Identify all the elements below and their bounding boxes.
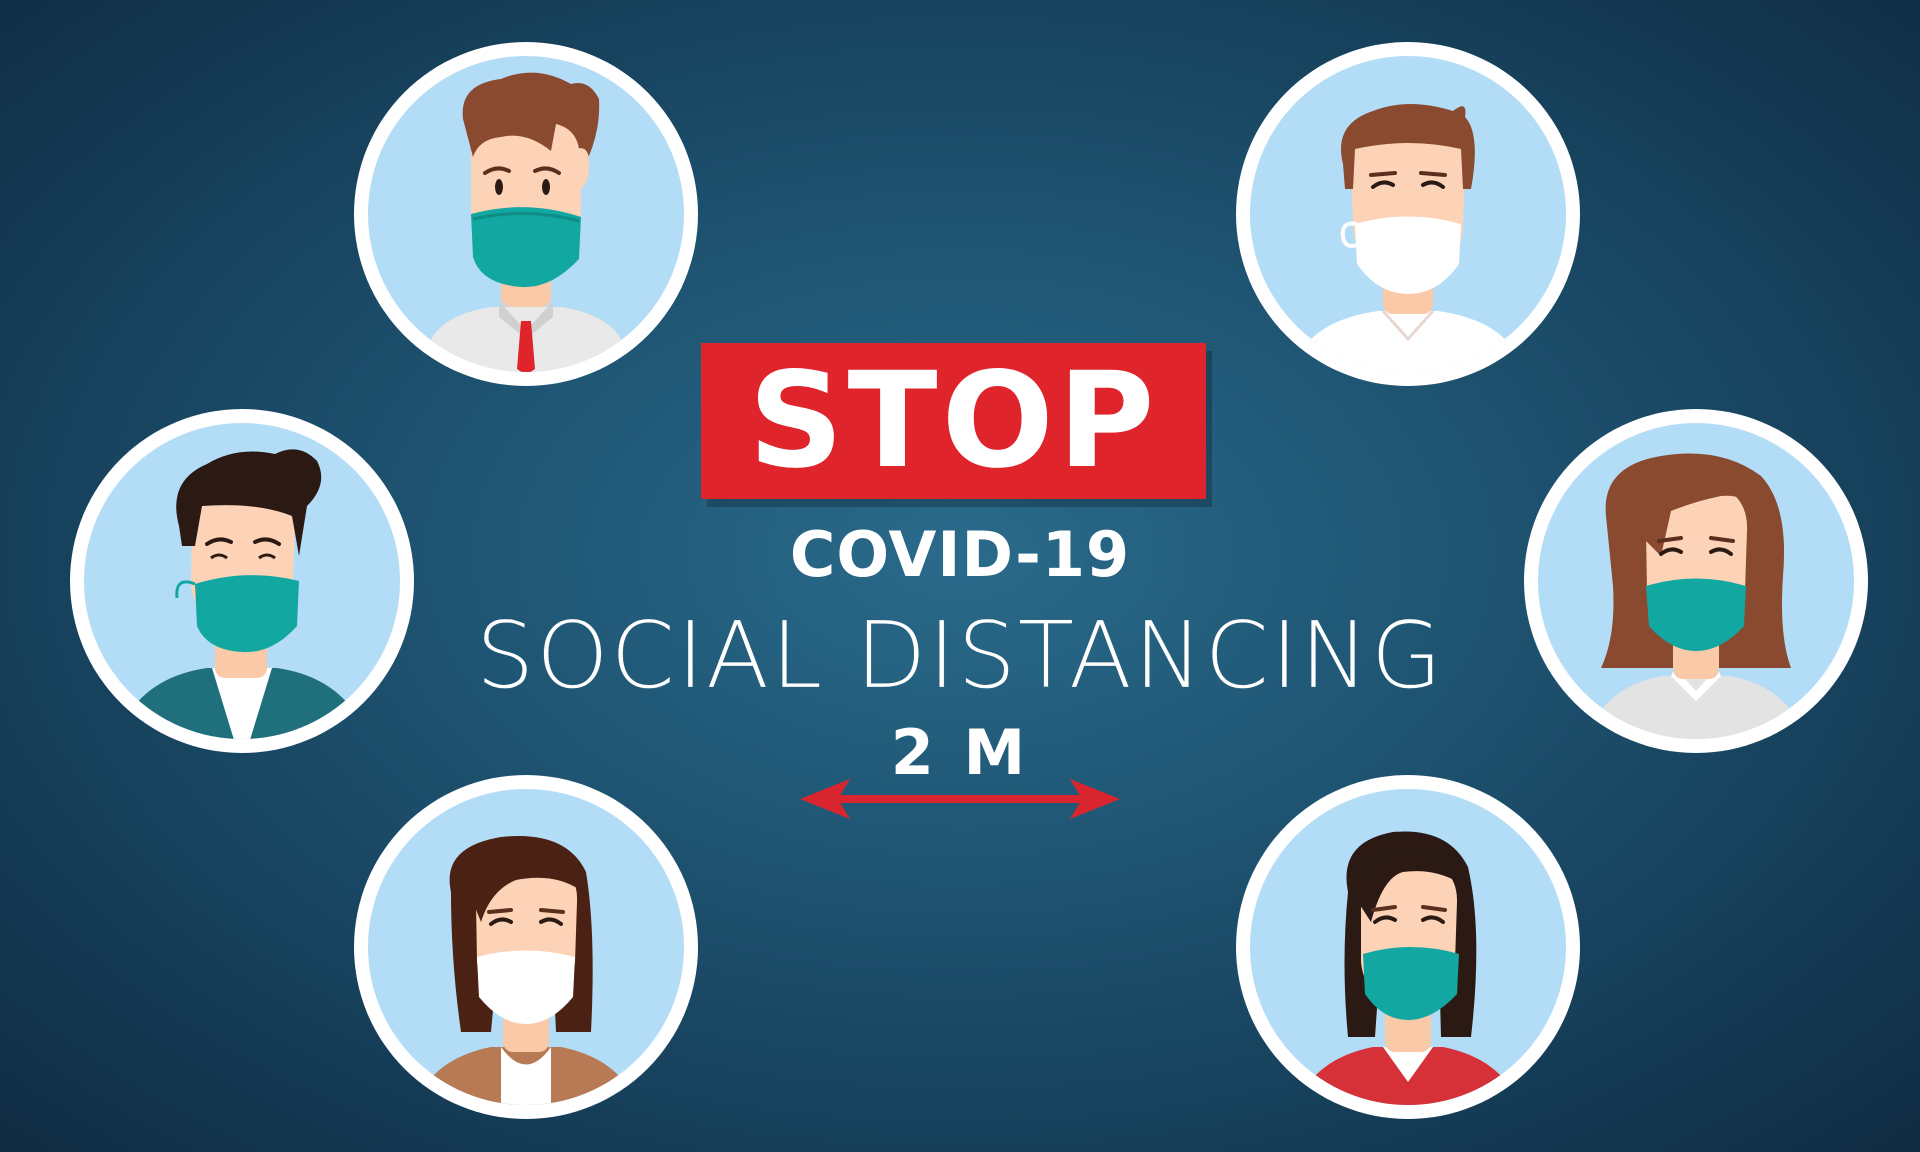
man-jacket-teal-mask-icon	[70, 409, 414, 753]
double-headed-arrow-icon	[800, 774, 1120, 824]
avatar-man-teal-mask-tie	[351, 39, 701, 389]
social-distancing-message: SOCIAL DISTANCING	[475, 602, 1445, 709]
woman-white-mask-icon	[354, 775, 698, 1119]
covid-subheadline: COVID-19	[789, 518, 1131, 591]
stop-headline: STOP	[748, 344, 1159, 498]
man-white-mask-icon	[1236, 42, 1580, 386]
avatar-man-white-mask	[1233, 39, 1583, 389]
avatar-woman-teal-mask	[1521, 406, 1871, 756]
woman-teal-mask-icon	[1524, 409, 1868, 753]
woman-red-top-teal-mask-icon	[1236, 775, 1580, 1119]
poster-canvas: STOP COVID-19 SOCIAL DISTANCING 2 M	[0, 0, 1920, 1152]
stop-banner: STOP	[701, 343, 1206, 499]
avatar-woman-white-mask	[351, 772, 701, 1122]
man-teal-mask-icon	[354, 42, 698, 386]
avatar-man-teal-mask-jacket	[67, 406, 417, 756]
avatar-woman-red-top-teal-mask	[1233, 772, 1583, 1122]
